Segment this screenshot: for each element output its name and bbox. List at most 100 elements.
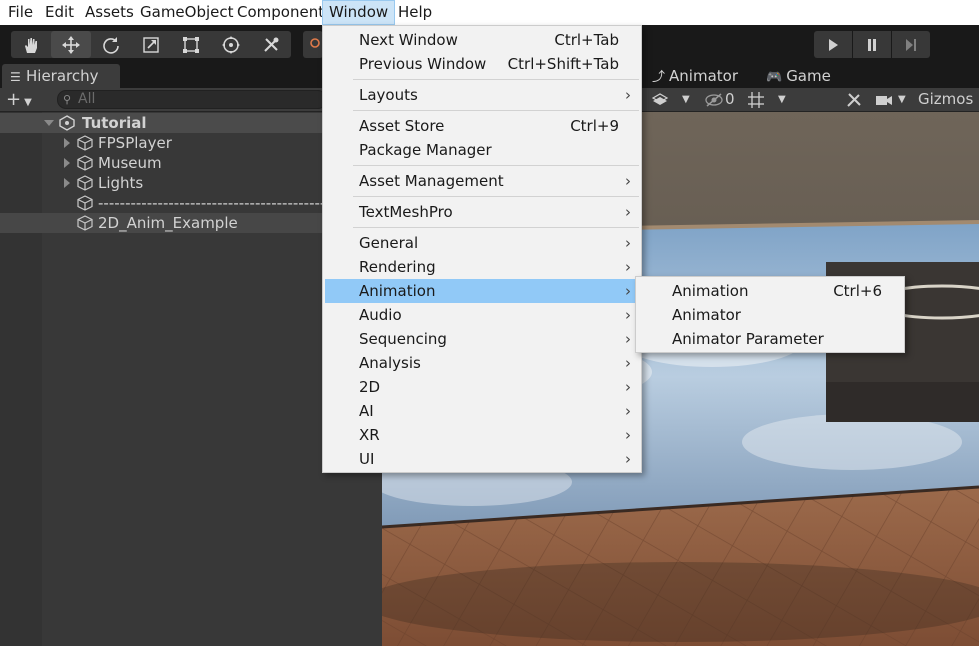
custom-tool-icon[interactable]: [251, 31, 291, 58]
menu-item-textmeshpro[interactable]: TextMeshPro ›: [323, 200, 641, 224]
grid-icon[interactable]: [746, 90, 766, 110]
menu-item-xr[interactable]: XR ›: [323, 423, 641, 447]
menu-edit[interactable]: Edit: [39, 0, 80, 25]
menu-item-general[interactable]: General ›: [323, 231, 641, 255]
menu-item-asset-store[interactable]: Asset Store Ctrl+9: [323, 114, 641, 138]
menu-item-audio[interactable]: Audio ›: [323, 303, 641, 327]
play-icon[interactable]: [814, 31, 852, 58]
menu-item-shortcut: Ctrl+9: [570, 117, 619, 135]
chevron-right-icon: ›: [625, 282, 631, 300]
scale-tool-icon[interactable]: [131, 31, 171, 58]
gameobject-icon: [77, 175, 93, 191]
hierarchy-item-label: Lights: [98, 174, 144, 192]
tools-icon[interactable]: [844, 90, 864, 110]
pause-icon[interactable]: [853, 31, 891, 58]
hidden-count: 0: [725, 90, 735, 108]
hand-tool-icon[interactable]: [11, 31, 51, 58]
menu-item-label: Audio: [359, 306, 402, 324]
menu-assets[interactable]: Assets: [79, 0, 140, 25]
chevron-down-icon[interactable]: ▼: [778, 88, 786, 111]
gameobject-icon: [77, 135, 93, 151]
list-icon: ☰: [10, 70, 21, 84]
menu-component[interactable]: Component: [231, 0, 330, 25]
chevron-right-icon: ›: [625, 426, 631, 444]
expand-arrow-icon[interactable]: [61, 133, 73, 153]
hierarchy-item[interactable]: ----------------------------------------…: [0, 193, 322, 213]
extra-tool-button[interactable]: [303, 31, 323, 58]
chevron-right-icon: ›: [625, 258, 631, 276]
transform-tool-icon[interactable]: [211, 31, 251, 58]
hierarchy-search-input[interactable]: ⚲ All: [57, 90, 327, 109]
menu-item-2d[interactable]: 2D ›: [323, 375, 641, 399]
tab-hierarchy-label: Hierarchy: [26, 67, 99, 85]
submenu-item-animator[interactable]: Animator: [636, 303, 904, 327]
rotate-tool-icon[interactable]: [91, 31, 131, 58]
gameobject-icon: [77, 215, 93, 231]
plus-icon: +: [6, 89, 22, 110]
menu-item-package-manager[interactable]: Package Manager: [323, 138, 641, 162]
menu-item-layouts[interactable]: Layouts ›: [323, 83, 641, 107]
menu-item-label: AI: [359, 402, 374, 420]
hierarchy-item-label: FPSPlayer: [98, 134, 172, 152]
tab-game[interactable]: 🎮 Game: [766, 64, 831, 88]
add-object-button[interactable]: + ▼: [6, 88, 32, 111]
submenu-item-animation[interactable]: Animation Ctrl+6: [636, 279, 904, 303]
menu-item-label: XR: [359, 426, 380, 444]
menu-item-previous-window[interactable]: Previous Window Ctrl+Shift+Tab: [323, 52, 641, 76]
menu-help[interactable]: Help: [392, 0, 438, 25]
menu-item-rendering[interactable]: Rendering ›: [323, 255, 641, 279]
menu-bar: File Edit Assets GameObject Component Wi…: [0, 0, 979, 25]
menu-item-label: TextMeshPro: [359, 203, 453, 221]
menu-item-label: Asset Management: [359, 172, 504, 190]
menu-item-ai[interactable]: AI ›: [323, 399, 641, 423]
menu-item-analysis[interactable]: Analysis ›: [323, 351, 641, 375]
chevron-right-icon: ›: [625, 172, 631, 190]
tab-animator-label: Animator: [669, 67, 738, 85]
menu-item-shortcut: Ctrl+Shift+Tab: [507, 55, 619, 73]
menu-separator: [353, 110, 639, 111]
menu-file[interactable]: File: [2, 0, 39, 25]
animation-submenu: Animation Ctrl+6 Animator Animator Param…: [635, 276, 905, 353]
chevron-right-icon: ›: [625, 354, 631, 372]
scene-name: Tutorial: [82, 114, 147, 132]
submenu-item-animator-parameter[interactable]: Animator Parameter: [636, 327, 904, 351]
visibility-off-icon[interactable]: [704, 90, 724, 110]
menu-item-label: Analysis: [359, 354, 421, 372]
menu-separator: [353, 227, 639, 228]
menu-item-label: UI: [359, 450, 375, 468]
step-icon[interactable]: [892, 31, 930, 58]
move-tool-icon[interactable]: [51, 31, 91, 58]
menu-item-next-window[interactable]: Next Window Ctrl+Tab: [323, 28, 641, 52]
tab-game-label: Game: [786, 67, 831, 85]
expand-arrow-icon[interactable]: [61, 173, 73, 193]
menu-item-ui[interactable]: UI ›: [323, 447, 641, 471]
menu-item-shortcut: Ctrl+Tab: [554, 31, 619, 49]
menu-item-label: Sequencing: [359, 330, 447, 348]
hierarchy-item-label: 2D_Anim_Example: [98, 214, 238, 232]
transform-tools: [11, 31, 291, 58]
chevron-right-icon: ›: [625, 234, 631, 252]
menu-item-label: Package Manager: [359, 141, 492, 159]
layers-icon[interactable]: [650, 90, 670, 110]
menu-separator: [353, 165, 639, 166]
chevron-right-icon: ›: [625, 203, 631, 221]
expand-arrow-icon[interactable]: [61, 153, 73, 173]
expand-arrow-icon[interactable]: [43, 113, 55, 133]
tab-hierarchy[interactable]: ☰ Hierarchy: [2, 64, 120, 88]
rect-tool-icon[interactable]: [171, 31, 211, 58]
gizmos-button[interactable]: Gizmos: [918, 88, 973, 111]
gamepad-icon: 🎮: [766, 70, 783, 85]
chevron-right-icon: ›: [625, 450, 631, 468]
tab-animator[interactable]: ⤴ Animator: [652, 64, 738, 88]
hierarchy-item-label: Museum: [98, 154, 162, 172]
menu-item-asset-management[interactable]: Asset Management ›: [323, 169, 641, 193]
chevron-down-icon[interactable]: ▼: [898, 88, 906, 111]
gameobject-icon: [77, 155, 93, 171]
chevron-down-icon[interactable]: ▼: [682, 88, 690, 111]
menu-item-label: Animation: [672, 282, 749, 300]
camera-icon[interactable]: [874, 90, 894, 110]
menu-item-animation[interactable]: Animation ›: [325, 279, 639, 303]
menu-item-sequencing[interactable]: Sequencing ›: [323, 327, 641, 351]
menu-window[interactable]: Window: [322, 0, 396, 25]
menu-gameobject[interactable]: GameObject: [134, 0, 240, 25]
